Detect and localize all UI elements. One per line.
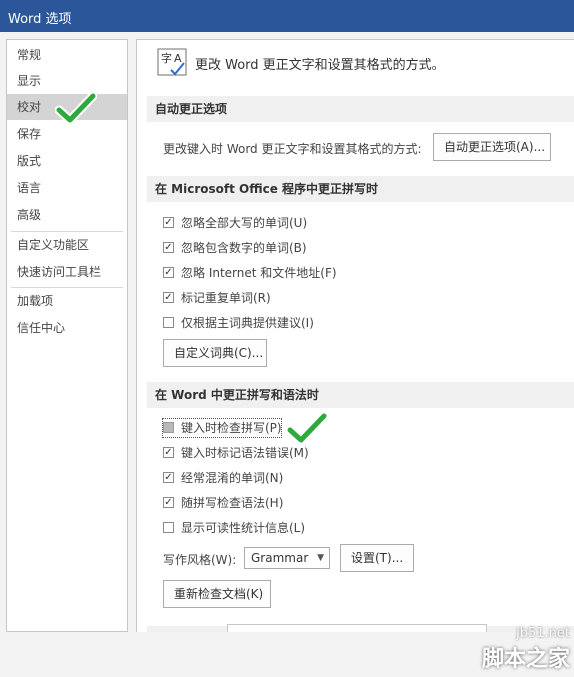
checkbox[interactable]: ✓ [163,242,174,253]
option-label: 仅根据主词典提供建议(I) [181,316,314,330]
sidebar-item-quick-access[interactable]: 快速访问工具栏 [7,259,127,285]
sidebar-item-display[interactable]: 显示 [7,68,127,94]
window-title: Word 选项 [8,12,72,27]
content-pane: 字 A 更改 Word 更正文字和设置其格式的方式。 自动更正选项 更改键入时 … [136,39,574,632]
option-label: 忽略全部大写的单词(U) [181,216,308,230]
page-header-text: 更改 Word 更正文字和设置其格式的方式。 [195,58,445,73]
checkbox[interactable]: ✓ [163,472,174,483]
sidebar-item-advanced[interactable]: 高级 [7,202,127,228]
checkbox[interactable] [163,522,174,533]
option-label: 键入时检查拼写(P) [181,421,282,435]
option-label: 经常混淆的单词(N) [181,471,284,485]
chevron-down-icon: ▼ [317,553,324,563]
watermark-domain: jb51.net [516,626,570,641]
option-label: 随拼写检查语法(H) [181,496,284,510]
sidebar-item-layout[interactable]: 版式 [7,148,127,174]
sidebar-item-general[interactable]: 常规 [7,42,127,68]
sidebar: 常规 显示 校对 保存 版式 语言 高级 自定义功能区 快速访问工具栏 加载项 … [6,39,128,632]
writing-style-value: Grammar [251,551,309,565]
sidebar-item-customize-ribbon[interactable]: 自定义功能区 [7,232,127,258]
option-label: 键入时标记语法错误(M) [181,446,309,460]
svg-text:字: 字 [161,51,172,65]
option-label: 标记重复单词(R) [181,291,271,305]
checkbox[interactable]: ✓ [163,447,174,458]
option-label: 忽略包含数字的单词(B) [181,241,307,255]
sidebar-item-trust-center[interactable]: 信任中心 [7,315,127,341]
option-label: 忽略 Internet 和文件地址(F) [181,266,337,280]
title-bar: Word 选项 [0,0,574,32]
writing-style-label: 写作风格(W): [163,553,237,567]
recheck-document-button[interactable]: 重新检查文档(K) [163,580,271,608]
autocorrect-options-button[interactable]: 自动更正选项(A)... [433,133,551,161]
grammar-settings-button[interactable]: 设置(T)... [340,544,414,572]
writing-style-select[interactable]: Grammar ▼ [244,547,330,569]
checkmark-icon [55,92,97,125]
watermark: jb51.net 脚本之家 [482,626,570,673]
proofing-icon: 字 A [157,48,187,76]
checkbox[interactable] [163,317,174,328]
sidebar-item-language[interactable]: 语言 [7,175,127,201]
document-select[interactable] [227,624,487,632]
checkbox[interactable] [163,422,174,433]
checkmark-icon [286,412,328,445]
checkbox[interactable]: ✓ [163,292,174,303]
option-label: 显示可读性统计信息(L) [181,521,306,535]
section-autocorrect-header: 自动更正选项 [147,96,574,122]
section-word-spelling-header: 在 Word 中更正拼写和语法时 [147,382,574,408]
section-office-spelling-header: 在 Microsoft Office 程序中更正拼写时 [147,176,574,202]
option-check-spelling-typing[interactable]: 键入时检查拼写(P) [162,418,282,438]
checkbox[interactable]: ✓ [163,497,174,508]
autocorrect-description: 更改键入时 Word 更正文字和设置其格式的方式: [163,142,422,156]
watermark-name: 脚本之家 [481,647,570,672]
svg-text:A: A [174,52,182,65]
checkbox[interactable]: ✓ [163,267,174,278]
sidebar-item-addins[interactable]: 加载项 [7,288,127,314]
checkbox[interactable]: ✓ [163,217,174,228]
custom-dictionaries-button[interactable]: 自定义词典(C)... [163,339,267,367]
